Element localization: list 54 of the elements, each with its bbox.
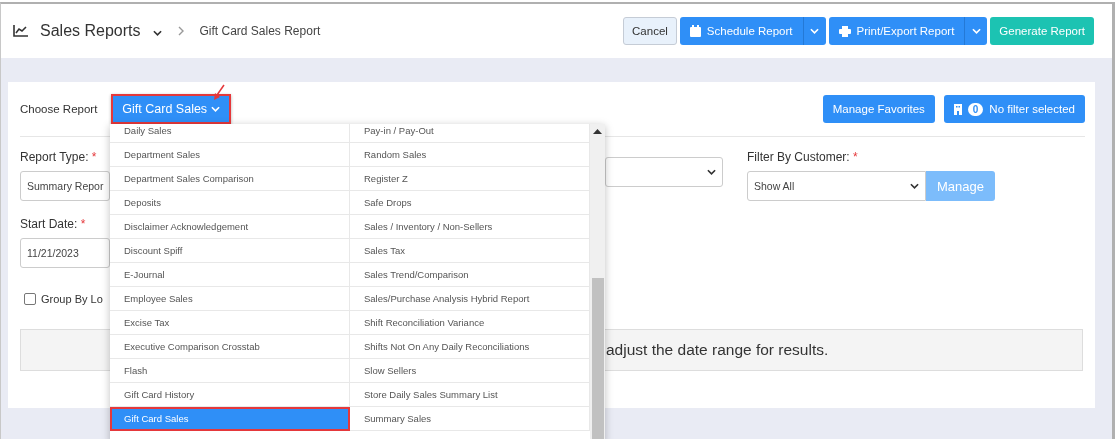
checkbox-label: Group By Lo <box>41 293 103 305</box>
chevron-down-icon <box>910 183 919 189</box>
report-menu-item[interactable]: Deposits <box>110 191 350 215</box>
report-menu-item[interactable]: Gift Card History <box>110 383 350 407</box>
scrollbar-thumb[interactable] <box>592 278 604 439</box>
report-menu-item[interactable]: Employee Sales <box>110 287 350 311</box>
report-menu-item[interactable]: Shift Reconciliation Variance <box>350 311 590 335</box>
report-menu-item[interactable]: Disclaimer Acknowledgement <box>110 215 350 239</box>
chevron-down-icon <box>152 30 162 36</box>
report-menu-item[interactable]: Summary Sales <box>350 407 590 431</box>
building-icon <box>953 103 962 115</box>
report-menu-item[interactable]: Sales Tax <box>350 239 590 263</box>
report-menu-item[interactable]: Sales Trend/Comparison <box>350 263 590 287</box>
select-field[interactable] <box>605 157 723 187</box>
caret-icon <box>810 28 820 34</box>
report-menu-item[interactable]: Flash <box>110 359 350 383</box>
caret-icon <box>971 28 981 34</box>
report-menu-item[interactable]: Excise Tax <box>110 311 350 335</box>
report-menu-item[interactable]: Sales/Purchase Analysis Hybrid Report <box>350 287 590 311</box>
report-menu-item[interactable]: Store Daily Sales Summary List <box>350 383 590 407</box>
chart-icon <box>13 25 28 37</box>
dropdown-toggle[interactable] <box>803 17 826 45</box>
message-text: adjust the date range for results. <box>606 341 829 359</box>
field-label: Report Type: * <box>20 150 98 164</box>
field-label: Start Date: * <box>20 217 87 231</box>
page-title: Sales Reports <box>40 22 141 40</box>
report-type-select[interactable]: Summary Repor <box>20 171 110 201</box>
report-menu-item[interactable]: Random Sales <box>350 143 590 167</box>
report-menu-item[interactable]: Discount Spiff <box>110 239 350 263</box>
report-menu-item[interactable]: Pay-in / Pay-Out <box>350 124 590 143</box>
report-menu-item[interactable]: E-Journal <box>110 263 350 287</box>
report-menu-item[interactable]: Shifts Not On Any Daily Reconciliations <box>350 335 590 359</box>
cancel-button[interactable]: Cancel <box>623 17 677 45</box>
chevron-down-icon <box>707 169 716 175</box>
checkbox[interactable] <box>24 293 36 305</box>
report-menu-item[interactable]: Department Sales <box>110 143 350 167</box>
report-menu-item[interactable]: Register Z <box>350 167 590 191</box>
annotation-arrow <box>213 84 225 100</box>
report-menu-item[interactable]: Daily Sales <box>110 124 350 143</box>
report-menu-item[interactable]: Executive Comparison Crosstab <box>110 335 350 359</box>
report-menu-item[interactable]: Department Sales Comparison <box>110 167 350 191</box>
caret-icon <box>211 106 221 112</box>
chevron-right-icon <box>177 26 184 36</box>
scroll-up-icon[interactable] <box>593 129 602 134</box>
breadcrumb-text: Gift Card Sales Report <box>199 24 321 38</box>
customer-select[interactable]: Show All <box>747 171 926 201</box>
calendar-icon <box>689 25 701 37</box>
start-date-field[interactable]: 11/21/2023 <box>20 238 110 268</box>
dropdown-toggle[interactable] <box>965 17 988 45</box>
report-menu-item[interactable]: Sales / Inventory / Non-Sellers <box>350 215 590 239</box>
report-menu-item[interactable]: Slow Sellers <box>350 359 590 383</box>
choose-report-label: Choose Report <box>20 103 98 115</box>
field-label: Filter By Customer: * <box>747 150 859 164</box>
report-menu-item[interactable]: Safe Drops <box>350 191 590 215</box>
